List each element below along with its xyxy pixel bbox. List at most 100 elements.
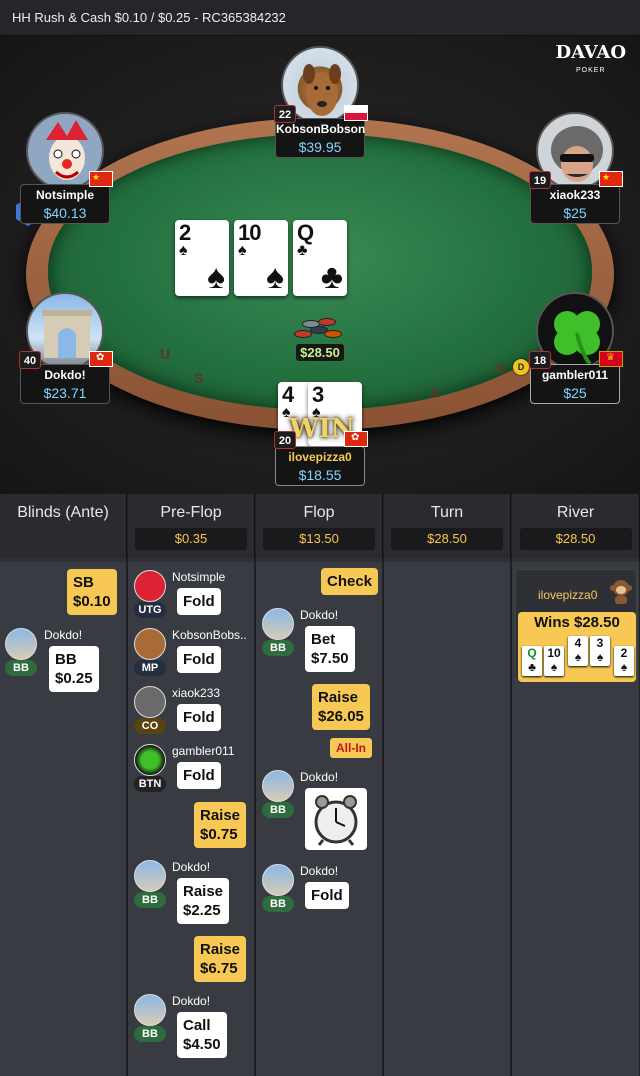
- hand-title-bar: HH Rush & Cash $0.10 / $0.25 - RC3653842…: [0, 0, 640, 36]
- fold-bubble: Fold: [177, 646, 221, 673]
- pot: $28.50: [290, 316, 350, 362]
- card-suit-big: ♠: [206, 258, 225, 296]
- mini-card: Q ♣: [522, 646, 542, 676]
- win-text: Wins $28.50: [534, 614, 620, 631]
- alarm-clock-icon: [314, 795, 358, 846]
- col-preflop: Pre-Flop $0.35: [128, 494, 255, 558]
- player-namebox: 22 KobsonBobson $39.95: [274, 105, 368, 158]
- col-pot: $28.50: [519, 528, 632, 550]
- turn-body: [384, 558, 511, 1076]
- hero-raise-bubble: Raise $26.05: [312, 684, 370, 730]
- player-name: ilovepizza0: [288, 450, 352, 464]
- seat-xiaok233[interactable]: 19xiaok233$25: [529, 112, 623, 224]
- raise-bubble: Raise $2.25: [177, 878, 230, 924]
- davao-logo: DAVAO POKER: [556, 44, 626, 80]
- gambler-mini-avatar: [134, 744, 166, 776]
- timebank: 22: [274, 105, 296, 123]
- player-namebox: D18gambler011$25: [513, 351, 623, 404]
- card-rank: Q: [527, 646, 537, 660]
- card-rank: 4: [574, 636, 582, 650]
- action-player: Dokdo!: [44, 628, 83, 642]
- rail-letter: A: [430, 384, 441, 400]
- hero-raise-bubble: Raise $6.75: [194, 936, 247, 982]
- hand-history: Blinds (Ante) Pre-Flop $0.35 Flop $13.50 T…: [0, 494, 640, 1076]
- notsimple-mini-avatar: [134, 570, 166, 602]
- board-card: Q ♣ ♣: [293, 220, 347, 296]
- rail-letter: S: [496, 360, 506, 376]
- poker-table-view: U S A S o DAVAOPOKER 2♠♠ 10♠♠ Q♣♣ $28.50…: [0, 36, 640, 494]
- seat-dokdo[interactable]: 40Dokdo!$23.71: [19, 292, 113, 404]
- dokdo-mini-avatar: [134, 994, 166, 1026]
- flag-hongkong-icon: [89, 351, 113, 367]
- player-stack: $25: [563, 205, 587, 221]
- col-pot: $13.50: [263, 528, 375, 550]
- timebank: 20: [274, 431, 296, 449]
- player-stack: $39.95: [298, 139, 342, 155]
- position-badge: BB: [134, 1026, 166, 1042]
- player-namebox: Notsimple $40.13: [20, 171, 113, 224]
- action-player: gambler011: [172, 744, 235, 758]
- player-name: Notsimple: [35, 188, 94, 202]
- fold-bubble: Fold: [177, 588, 221, 615]
- win-bubble: Wins $28.50 Q ♣ 10 ♠ 4 ♠ 3 ♠ 2 ♠: [518, 612, 636, 682]
- player-stack: $25: [563, 385, 587, 401]
- flag-poland-icon: [344, 105, 368, 121]
- bet-bubble: Bet $7.50: [305, 626, 355, 672]
- position-badge: BTN: [134, 776, 166, 792]
- xiaok-mini-avatar: [134, 686, 166, 718]
- board-card: 10 ♠ ♠: [234, 220, 288, 296]
- card-rank: 2: [620, 646, 628, 660]
- seat-kobsonbobson[interactable]: 22 KobsonBobson $39.95: [274, 46, 368, 158]
- position-badge: MP: [134, 660, 166, 676]
- bb-bubble: BB $0.25: [49, 646, 99, 692]
- card-suit: ♠: [179, 242, 188, 259]
- timebank: 18: [529, 351, 551, 369]
- action-player: Dokdo!: [172, 994, 211, 1008]
- position-badge: BB: [262, 640, 294, 656]
- dokdo-mini-avatar: [262, 770, 294, 802]
- kobson-mini-avatar: [134, 628, 166, 660]
- rail-letter: S: [194, 370, 204, 386]
- hero-raise-bubble: Raise $0.75: [194, 802, 247, 848]
- card-suit: ♣: [297, 242, 308, 259]
- mini-card: 10 ♠: [544, 646, 564, 676]
- col-title: Blinds (Ante): [17, 504, 109, 521]
- timeout-bubble: [305, 788, 367, 850]
- col-blinds: Blinds (Ante): [0, 494, 127, 558]
- col-pot: $28.50: [391, 528, 503, 550]
- position-badge: BB: [262, 802, 294, 818]
- player-namebox: 20ilovepizza0 $18.55: [274, 431, 368, 486]
- mini-card: 2 ♠: [614, 646, 634, 676]
- position-badge: UTG: [134, 602, 166, 618]
- fold-bubble: Fold: [305, 882, 349, 909]
- action-player: Dokdo!: [172, 860, 211, 874]
- monkey-avatar-icon: [610, 580, 632, 604]
- player-namebox: 40Dokdo!$23.71: [19, 351, 113, 404]
- position-badge: CO: [134, 718, 166, 734]
- dokdo-mini-avatar: [262, 864, 294, 896]
- card-suit: ♠: [620, 660, 628, 674]
- winner-name: ilovepizza0: [538, 588, 598, 602]
- col-title: River: [556, 504, 595, 521]
- player-stack: $40.13: [43, 205, 87, 221]
- mini-card: 3 ♠: [590, 636, 610, 666]
- position-badge: BB: [5, 660, 37, 676]
- seat-gambler011[interactable]: D18gambler011$25: [513, 292, 623, 404]
- card-suit: ♠: [596, 650, 604, 664]
- rail-letter: U: [160, 346, 171, 362]
- player-stack: $23.71: [43, 385, 87, 401]
- fold-bubble: Fold: [177, 704, 221, 731]
- seat-ilovepizza0[interactable]: 20ilovepizza0 $18.55: [274, 431, 368, 486]
- action-player: Dokdo!: [300, 770, 339, 784]
- action-player: KobsonBobs..: [172, 628, 247, 642]
- mini-card: 4 ♠: [568, 636, 588, 666]
- col-flop: Flop $13.50: [256, 494, 383, 558]
- timebank: 19: [529, 171, 551, 189]
- col-title: Turn: [430, 504, 464, 521]
- player-stack: $18.55: [298, 467, 342, 483]
- hero-sb-bubble: SB $0.10: [67, 569, 117, 615]
- seat-notsimple[interactable]: 24 Notsimple$40.13: [15, 112, 113, 226]
- card-rank: 10: [547, 646, 561, 660]
- position-badge: BB: [134, 892, 166, 908]
- winner-panel: ilovepizza0 Wins $28.50 Q ♣ 10 ♠ 4 ♠ 3 ♠ 2 ♠: [515, 569, 637, 682]
